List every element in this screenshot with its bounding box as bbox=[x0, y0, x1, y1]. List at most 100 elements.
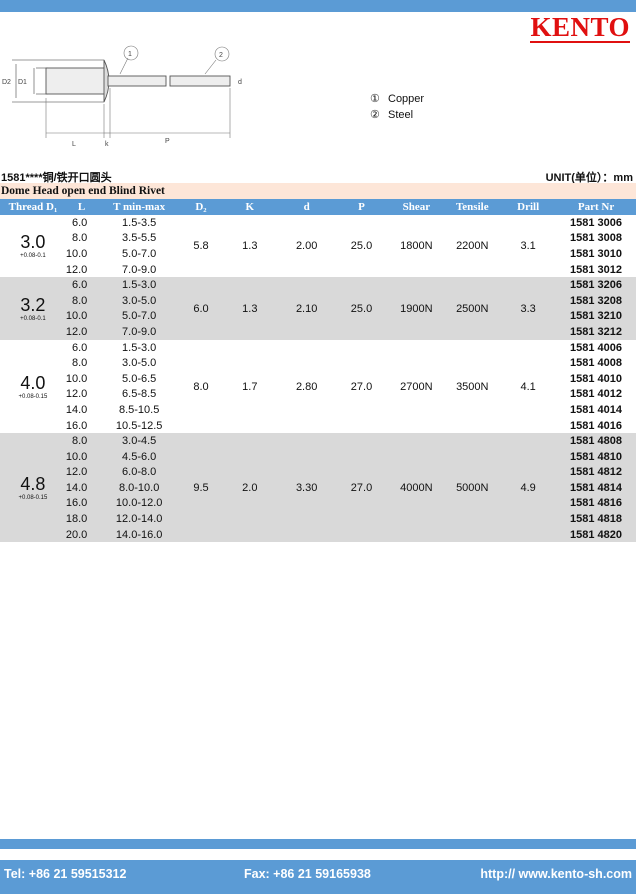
grip-range-cell: 5.0-6.5 bbox=[122, 372, 157, 385]
thread-tolerance: +0.08-0.15 bbox=[18, 494, 48, 501]
d2-cell: 6.0 bbox=[181, 277, 221, 340]
grip-range-cell: 1.5-3.5 bbox=[122, 216, 157, 229]
grip-range-cell: 6.5-8.5 bbox=[122, 388, 157, 401]
part-number-cell: 1581 4012 bbox=[570, 388, 622, 401]
footer-web[interactable]: http:// www.kento-sh.com bbox=[480, 867, 632, 881]
grip-range-cell: 8.0-10.0 bbox=[97, 480, 182, 496]
spec-table: Thread D₁ L T min-max D₂ Kd P Shear Tensile Dril… bbox=[0, 199, 636, 543]
tensile-cell: 2200N bbox=[456, 240, 489, 253]
d-cell: 2.10 bbox=[278, 277, 335, 340]
callout-2: 2 bbox=[219, 52, 223, 59]
grip-range-cell: 5.0-7.0 bbox=[97, 308, 182, 325]
shear-cell: 1900N bbox=[388, 277, 445, 340]
material-legend: ① Copper ② Steel bbox=[370, 91, 424, 123]
shear-cell: 4000N bbox=[388, 433, 445, 543]
length-cell: 8.0 bbox=[71, 357, 88, 370]
d2-cell: 5.8 bbox=[193, 240, 209, 253]
column-header: Drill bbox=[500, 199, 557, 215]
length-cell: 14.0 bbox=[65, 403, 88, 416]
part-number-cell: 1581 3006 bbox=[570, 216, 622, 229]
part-number-cell: 1581 4006 bbox=[570, 341, 622, 354]
part-number-cell: 1581 3012 bbox=[570, 263, 622, 276]
column-header: Thread D₁ bbox=[0, 199, 66, 215]
label-k: k bbox=[105, 141, 109, 148]
part-number-cell: 1581 3212 bbox=[556, 324, 636, 340]
part-number-cell: 1581 4814 bbox=[556, 480, 636, 496]
drill-cell: 4.9 bbox=[500, 433, 557, 543]
table-row: 3.0 +0.08-0.1 6.0 1.5-3.5 5.8 1.3 2.00 25.0 1800… bbox=[0, 215, 636, 259]
column-header: Tensile bbox=[444, 199, 501, 215]
d2-cell: 8.0 bbox=[193, 380, 209, 393]
thread-size: 4.0 bbox=[20, 372, 46, 393]
part-number-cell: 1581 3010 bbox=[570, 247, 622, 260]
length-cell: 6.0 bbox=[65, 277, 98, 293]
p-cell: 27.0 bbox=[350, 380, 373, 393]
thread-cell: 3.0 +0.08-0.1 bbox=[0, 215, 66, 277]
part-number-cell: 1581 4820 bbox=[556, 526, 636, 543]
grip-range-cell: 10.0-12.0 bbox=[97, 495, 182, 512]
tensile-cell: 3500N bbox=[456, 380, 489, 393]
grip-range-cell: 7.0-9.0 bbox=[122, 263, 157, 276]
length-cell: 10.0 bbox=[65, 247, 88, 260]
rivet-drawing: 1 2 D2 D1 L k P d bbox=[2, 45, 242, 148]
label-l: L bbox=[72, 141, 76, 148]
column-header: Part Nr bbox=[556, 199, 636, 215]
grip-range-cell: 10.5-12.5 bbox=[115, 419, 163, 432]
label-p: P bbox=[165, 138, 170, 145]
column-header: D₂ bbox=[181, 199, 221, 215]
part-number-cell: 1581 4016 bbox=[570, 419, 622, 432]
top-bar bbox=[0, 0, 636, 12]
grip-range-cell: 14.0-16.0 bbox=[97, 526, 182, 543]
length-cell: 6.0 bbox=[71, 216, 88, 229]
grip-range-cell: 5.0-7.0 bbox=[122, 247, 157, 260]
shear-cell: 2700N bbox=[400, 380, 433, 393]
part-number-cell: 1581 4818 bbox=[556, 511, 636, 527]
length-cell: 6.0 bbox=[71, 341, 88, 354]
length-cell: 14.0 bbox=[65, 480, 98, 496]
grip-range-cell: 3.0-5.0 bbox=[122, 357, 157, 370]
d-cell: 2.80 bbox=[295, 380, 318, 393]
legend-steel: ② Steel bbox=[370, 109, 414, 121]
thread-cell: 4.8 +0.08-0.15 bbox=[0, 433, 66, 543]
length-cell: 10.0 bbox=[65, 308, 98, 325]
k-cell: 1.7 bbox=[242, 380, 258, 393]
part-number-cell: 1581 4010 bbox=[570, 372, 622, 385]
thread-tolerance: +0.08-0.1 bbox=[20, 253, 46, 260]
grip-range-cell: 3.0-5.0 bbox=[97, 292, 182, 309]
k-cell: 1.3 bbox=[220, 277, 279, 340]
length-cell: 8.0 bbox=[65, 433, 98, 449]
thread-cell: 3.2 +0.08-0.1 bbox=[0, 277, 66, 340]
length-cell: 12.0 bbox=[65, 263, 88, 276]
footer-tel: Tel: +86 21 59515312 bbox=[4, 867, 127, 881]
length-cell: 10.0 bbox=[65, 372, 88, 385]
part-number-cell: 1581 3008 bbox=[570, 232, 622, 245]
table-row: 4.8 +0.08-0.15 8.0 3.0-4.5 9.5 2.0 3.30 27.0 400… bbox=[0, 433, 636, 543]
drill-cell: 4.1 bbox=[520, 380, 536, 393]
part-number-cell: 1581 4810 bbox=[556, 448, 636, 465]
footer-fax: Fax: +86 21 59165938 bbox=[244, 867, 371, 881]
k-cell: 2.0 bbox=[220, 433, 279, 543]
length-cell: 8.0 bbox=[65, 292, 98, 309]
drill-cell: 3.3 bbox=[500, 277, 557, 340]
thread-tolerance: +0.08-0.1 bbox=[20, 315, 46, 322]
column-header: L bbox=[65, 199, 98, 215]
grip-range-cell: 7.0-9.0 bbox=[97, 324, 182, 340]
table-row: 4.0 +0.08-0.15 6.0 1.5-3.0 8.0 1.7 2.80 27.0 270… bbox=[0, 340, 636, 400]
length-cell: 12.0 bbox=[65, 388, 88, 401]
subtitle-row: 1581****铜/铁开口圆头 UNIT(单位）：mm bbox=[0, 168, 636, 184]
part-number-cell: 1581 3208 bbox=[556, 292, 636, 309]
legend-copper: ① Copper bbox=[370, 93, 425, 105]
column-header: T min-max bbox=[97, 199, 182, 215]
table-row: 3.2 +0.08-0.1 6.0 1.5-3.0 6.0 1.3 2.10 25.0 1900… bbox=[0, 277, 636, 340]
part-number-cell: 1581 4808 bbox=[556, 433, 636, 449]
label-d: d bbox=[238, 79, 242, 86]
callout-1: 1 bbox=[128, 51, 132, 58]
length-cell: 20.0 bbox=[65, 526, 98, 543]
length-cell: 10.0 bbox=[65, 448, 98, 465]
kento-logo: KENTO bbox=[530, 12, 630, 43]
length-cell: 18.0 bbox=[65, 511, 98, 527]
grip-range-cell: 3.5-5.5 bbox=[122, 232, 157, 245]
part-number-cell: 1581 4008 bbox=[570, 357, 622, 370]
thread-size: 3.0 bbox=[20, 232, 46, 253]
length-cell: 16.0 bbox=[65, 419, 88, 432]
